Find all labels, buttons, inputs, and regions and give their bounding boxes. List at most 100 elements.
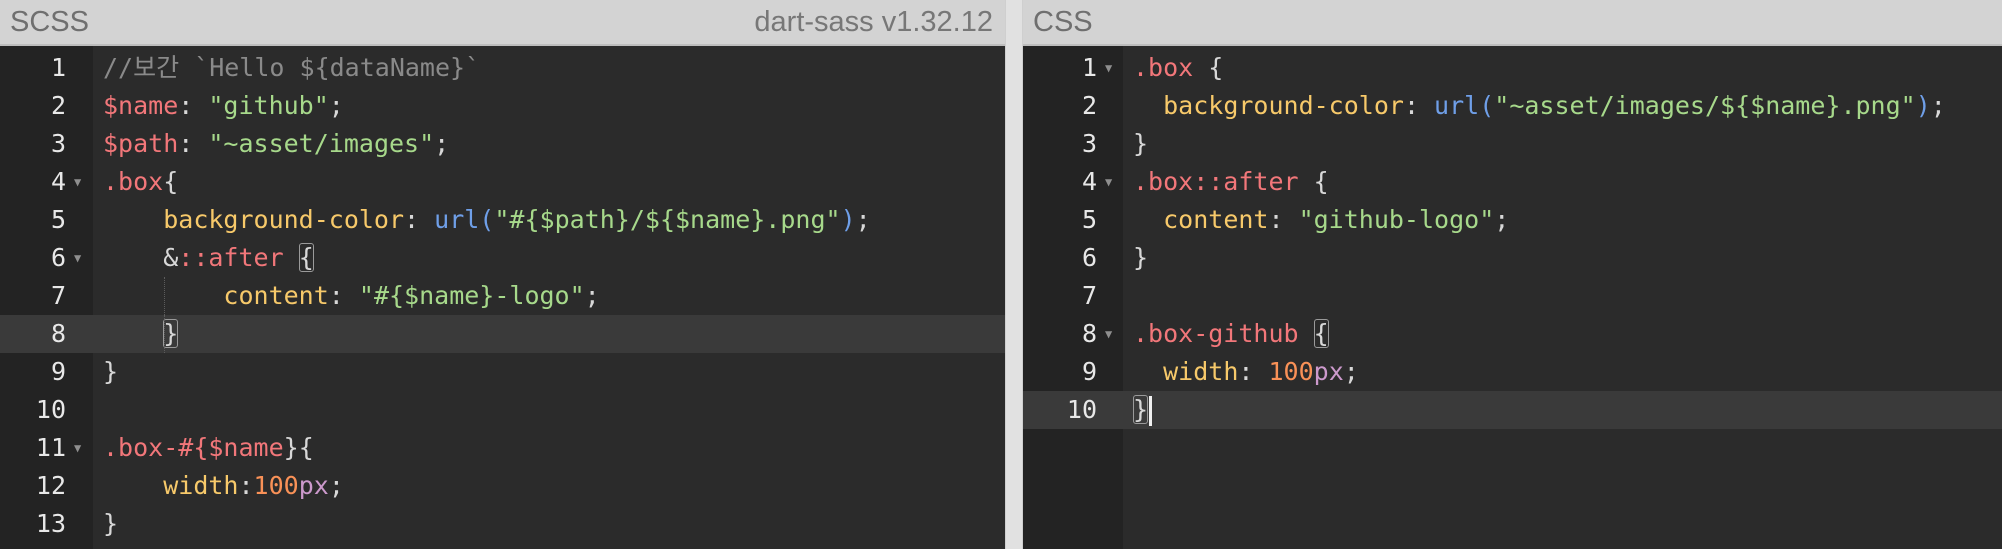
css-pane-title: CSS xyxy=(1033,5,1093,38)
code-token: content xyxy=(223,281,329,310)
code-line[interactable]: 12 width:100px; xyxy=(0,467,1005,505)
code-line[interactable]: 9} xyxy=(0,353,1005,391)
code-token: { xyxy=(1298,167,1329,196)
code-text: width: 100px; xyxy=(1133,353,1359,391)
code-text: } xyxy=(103,505,118,543)
line-number: 7 xyxy=(50,281,66,310)
code-line[interactable]: 8 } xyxy=(0,315,1005,353)
code-line[interactable]: 1 //보간 `Hello ${dataName}` xyxy=(0,49,1005,87)
code-token: ; xyxy=(328,471,344,500)
code-token: url( xyxy=(434,205,495,234)
code-token: width xyxy=(163,471,239,500)
line-number: 7 xyxy=(1081,281,1097,310)
code-line[interactable]: 5 content: "github-logo"; xyxy=(1023,201,2002,239)
code-line[interactable]: 3 $path: "~asset/images"; xyxy=(0,125,1005,163)
code-line[interactable]: 5 background-color: url("#{$path}/${$nam… xyxy=(0,201,1005,239)
code-token: { xyxy=(1193,53,1224,82)
code-line[interactable]: 9 width: 100px; xyxy=(1023,353,2002,391)
code-text: width:100px; xyxy=(103,467,344,505)
code-token: .box::after xyxy=(1133,167,1299,196)
code-text: $path: "~asset/images"; xyxy=(103,125,449,163)
code-line[interactable]: 10 xyxy=(0,391,1005,429)
css-editor[interactable]: 1 ▼ .box {2 background-color: url("~asset/… xyxy=(1023,46,2002,549)
code-text: //보간 `Hello ${dataName}` xyxy=(103,49,480,87)
code-token: $name xyxy=(103,91,179,120)
fold-arrow-icon[interactable]: ▼ xyxy=(74,163,81,201)
code-line[interactable]: 11 ▼ .box-#{$name}{ xyxy=(0,429,1005,467)
fold-arrow-icon[interactable]: ▼ xyxy=(74,239,81,277)
code-token: } xyxy=(1133,129,1149,158)
code-line[interactable]: 4 ▼ .box::after { xyxy=(1023,163,2002,201)
line-number: 10 xyxy=(1066,395,1097,424)
line-number: 4 xyxy=(50,167,66,196)
code-token: "~asset/images/${$name}.png" xyxy=(1494,91,1916,120)
code-token: } xyxy=(103,357,119,386)
code-line[interactable]: 3} xyxy=(1023,125,2002,163)
code-line[interactable]: 10} xyxy=(1023,391,2002,429)
code-token: : xyxy=(328,281,359,310)
code-token: .box xyxy=(1133,53,1194,82)
line-number: 3 xyxy=(50,129,66,158)
text-cursor-icon xyxy=(1149,396,1153,426)
code-token: : xyxy=(178,129,209,158)
fold-arrow-icon[interactable]: ▼ xyxy=(1105,49,1112,87)
line-number: 2 xyxy=(50,91,66,120)
code-line[interactable]: 1 ▼ .box { xyxy=(1023,49,2002,87)
code-token: content xyxy=(1163,205,1269,234)
code-token: $path xyxy=(103,129,179,158)
line-number: 9 xyxy=(50,357,66,386)
code-text: content: "#{$name}-logo"; xyxy=(103,277,599,315)
code-text: .box { xyxy=(1133,49,1223,87)
line-number: 9 xyxy=(1081,357,1097,386)
code-token: px xyxy=(298,471,329,500)
code-text: background-color: url("~asset/images/${$… xyxy=(1133,87,1946,125)
code-line[interactable]: 6 ▼ &::after { xyxy=(0,239,1005,277)
code-line[interactable]: 6} xyxy=(1023,239,2002,277)
code-token: ; xyxy=(1930,91,1946,120)
line-number: 6 xyxy=(1081,243,1097,272)
code-line[interactable]: 2 background-color: url("~asset/images/$… xyxy=(1023,87,2002,125)
scss-editor[interactable]: 1 //보간 `Hello ${dataName}` 2 $name: "github… xyxy=(0,46,1005,549)
code-line[interactable]: 4 ▼ .box{ xyxy=(0,163,1005,201)
line-number: 8 xyxy=(1081,319,1097,348)
code-token: #{ xyxy=(178,433,209,462)
indent-guide xyxy=(164,315,165,353)
scss-pane-title: SCSS xyxy=(10,5,89,38)
line-number: 10 xyxy=(35,395,66,424)
code-line[interactable]: 2 $name: "github"; xyxy=(0,87,1005,125)
code-token: px xyxy=(1313,357,1344,386)
line-number: 1 xyxy=(50,53,66,82)
code-token: "github" xyxy=(208,91,329,120)
sass-playground: SCSS dart-sass v1.32.12 1 //보간 `Hello ${d… xyxy=(0,0,2002,549)
line-number: 2 xyxy=(1081,91,1097,120)
code-text: } xyxy=(103,353,118,391)
code-text: &::after { xyxy=(103,239,314,277)
css-code-area[interactable]: 1 ▼ .box {2 background-color: url("~asset/… xyxy=(1023,49,2002,429)
css-pane: CSS 1 ▼ .box {2 background-color: url("~as… xyxy=(1023,0,2002,549)
fold-arrow-icon[interactable]: ▼ xyxy=(1105,315,1112,353)
code-text: } xyxy=(1133,125,1148,163)
code-token: : xyxy=(238,471,254,500)
scss-code-area[interactable]: 1 //보간 `Hello ${dataName}` 2 $name: "github… xyxy=(0,49,1005,543)
code-line[interactable]: 8 ▼ .box-github { xyxy=(1023,315,2002,353)
line-number: 12 xyxy=(35,471,66,500)
code-text: .box::after { xyxy=(1133,163,1329,201)
code-token: ; xyxy=(434,129,450,158)
code-token: $name xyxy=(208,433,284,462)
code-text: .box-#{$name}{ xyxy=(103,429,314,467)
fold-arrow-icon[interactable]: ▼ xyxy=(74,429,81,467)
compiler-version-label[interactable]: dart-sass v1.32.12 xyxy=(754,6,993,39)
pane-resize-handle[interactable] xyxy=(1005,0,1023,549)
code-token: background-color xyxy=(1163,91,1404,120)
code-line[interactable]: 13} xyxy=(0,505,1005,543)
code-line[interactable]: 7 content: "#{$name}-logo"; xyxy=(0,277,1005,315)
code-token: width xyxy=(1163,357,1239,386)
code-line[interactable]: 7 xyxy=(1023,277,2002,315)
code-token: "#{$name}-logo" xyxy=(358,281,585,310)
code-token: .box xyxy=(103,167,164,196)
fold-arrow-icon[interactable]: ▼ xyxy=(1105,163,1112,201)
